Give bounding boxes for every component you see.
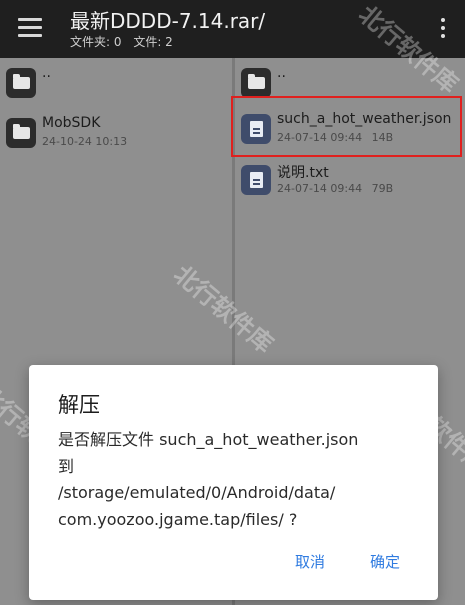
folder-icon <box>6 118 36 148</box>
file-name: .. <box>42 65 51 81</box>
file-date: 24-07-14 09:44 <box>277 182 363 195</box>
document-icon <box>241 114 271 144</box>
archive-path-title: 最新DDDD-7.14.rar/ <box>70 9 266 33</box>
file-name: MobSDK <box>42 115 101 131</box>
file-meta: 24-07-14 09:44 14B <box>277 131 399 144</box>
more-vert-icon[interactable] <box>439 16 447 40</box>
folder-icon <box>241 68 271 98</box>
dialog-title: 解压 <box>58 393 100 417</box>
list-item-mobsdk[interactable]: MobSDK 24-10-24 10:13 <box>0 110 232 162</box>
folder-icon <box>6 68 36 98</box>
list-item-parent-dir-left[interactable]: .. <box>0 60 232 112</box>
top-app-bar: 最新DDDD-7.14.rar/ 文件夹: 0 文件: 2 <box>0 0 465 58</box>
file-count: 文件: 2 <box>133 35 173 49</box>
file-name: .. <box>277 65 286 81</box>
file-meta: 24-10-24 10:13 <box>42 135 133 148</box>
file-name: such_a_hot_weather.json <box>277 111 452 127</box>
document-icon <box>241 165 271 195</box>
file-meta: 24-07-14 09:44 79B <box>277 182 399 195</box>
file-date: 24-10-24 10:13 <box>42 135 128 148</box>
list-item-json-file[interactable]: such_a_hot_weather.json 24-07-14 09:44 1… <box>235 106 465 158</box>
file-size: 79B <box>371 182 394 195</box>
dialog-message: 是否解压文件 such_a_hot_weather.json 到 /storag… <box>58 427 430 533</box>
dialog-message-line: 是否解压文件 such_a_hot_weather.json <box>58 430 359 449</box>
file-size: 14B <box>371 131 394 144</box>
dialog-message-line: com.yoozoo.jgame.tap/files/ ? <box>58 509 298 529</box>
list-item-parent-dir-right[interactable]: .. <box>235 60 465 112</box>
archive-summary: 文件夹: 0 文件: 2 <box>70 33 181 50</box>
file-name: 说明.txt <box>277 165 329 181</box>
list-item-txt-file[interactable]: 说明.txt 24-07-14 09:44 79B <box>235 157 465 209</box>
extract-dialog: 解压 是否解压文件 such_a_hot_weather.json 到 /sto… <box>29 365 438 600</box>
cancel-button[interactable]: 取消 <box>295 551 325 572</box>
dialog-message-line: /storage/emulated/0/Android/data/ <box>58 483 336 502</box>
hamburger-menu-icon[interactable] <box>14 14 46 42</box>
confirm-button[interactable]: 确定 <box>370 551 400 572</box>
file-date: 24-07-14 09:44 <box>277 131 363 144</box>
dialog-message-line: 到 <box>58 456 75 476</box>
folder-count: 文件夹: 0 <box>70 35 122 49</box>
